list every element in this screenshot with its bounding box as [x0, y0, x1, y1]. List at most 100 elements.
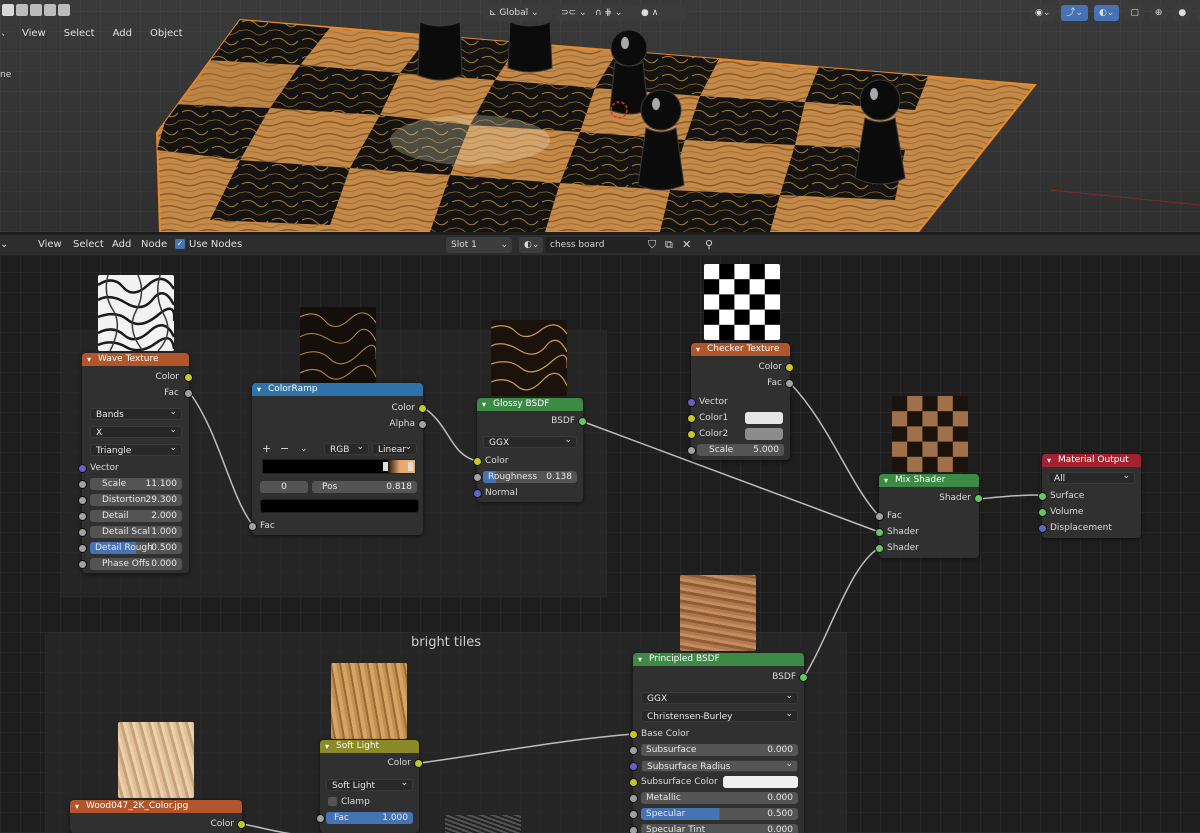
- input-color2-socket[interactable]: [687, 430, 696, 439]
- input-fac-socket[interactable]: [875, 512, 884, 521]
- input-color1-socket[interactable]: [687, 414, 696, 423]
- snap-dropdown[interactable]: ∩ ⋕ ⌄: [590, 5, 636, 21]
- subsurface-radius-dropdown[interactable]: Subsurface Radius: [641, 760, 798, 772]
- node-title[interactable]: Wave Texture: [82, 353, 189, 366]
- scale-socket[interactable]: [78, 480, 87, 489]
- color1-swatch[interactable]: [745, 412, 783, 424]
- metallic-socket[interactable]: [629, 794, 638, 803]
- wave-texture-node[interactable]: Wave Texture Color Fac Bands X Triangle …: [82, 353, 189, 573]
- material-output-node[interactable]: Material Output All Surface Volume Displ…: [1042, 454, 1141, 538]
- roughness-socket[interactable]: [473, 473, 482, 482]
- clamp-checkbox[interactable]: [328, 797, 337, 806]
- node-title[interactable]: Wood047_2K_Color.jpg: [70, 800, 242, 813]
- subsurface-color-socket[interactable]: [629, 778, 638, 787]
- stop-index-field[interactable]: 0: [260, 481, 308, 493]
- mix-shader-node[interactable]: Mix Shader Shader Fac Shader Shader: [879, 474, 979, 558]
- visibility-icon[interactable]: ◉⌄: [1030, 5, 1055, 21]
- specular-field[interactable]: Specular0.500: [641, 808, 798, 820]
- colorramp-node[interactable]: ColorRamp Color Alpha + − ⌄ RGB Linear 0…: [252, 383, 423, 535]
- input-fac-socket[interactable]: [248, 522, 257, 531]
- scale-field[interactable]: Scale11.100: [90, 478, 182, 490]
- input-surface-socket[interactable]: [1038, 492, 1047, 501]
- subsurface-color-swatch[interactable]: [723, 776, 798, 788]
- node-title[interactable]: Soft Light: [320, 740, 419, 753]
- transform-orientation-dropdown[interactable]: ⊾ Global ⌄: [484, 5, 552, 21]
- input-shader-socket[interactable]: [875, 544, 884, 553]
- output-bsdf-socket[interactable]: [578, 417, 587, 426]
- output-color-socket[interactable]: [418, 404, 427, 413]
- menu-view[interactable]: View: [22, 28, 46, 39]
- output-fac-socket[interactable]: [184, 389, 193, 398]
- interpolation-dropdown[interactable]: Linear: [372, 443, 417, 455]
- output-alpha-socket[interactable]: [418, 420, 427, 429]
- node-title[interactable]: Checker Texture: [691, 343, 790, 356]
- menu-add[interactable]: Add: [113, 28, 132, 39]
- add-stop-icon[interactable]: +: [262, 443, 271, 455]
- output-color-socket[interactable]: [237, 820, 246, 829]
- wave-type-dropdown[interactable]: Bands: [90, 408, 182, 420]
- scale-socket[interactable]: [687, 446, 696, 455]
- subsurface-radius-socket[interactable]: [629, 762, 638, 771]
- detail-field[interactable]: Detail2.000: [90, 510, 182, 522]
- checker-texture-node[interactable]: Checker Texture Color Fac Vector Color1 …: [691, 343, 790, 460]
- stop-color-swatch[interactable]: [260, 499, 419, 513]
- color2-swatch[interactable]: [745, 428, 783, 440]
- phase-offset-socket[interactable]: [78, 560, 87, 569]
- chevron-down-icon[interactable]: ⌄: [300, 443, 308, 455]
- input-vector-socket[interactable]: [78, 464, 87, 473]
- detail-roughness-field[interactable]: Detail Rough0.500: [90, 542, 182, 554]
- select-mode-icon[interactable]: [2, 4, 14, 16]
- roughness-field[interactable]: Roughness0.138: [483, 471, 577, 483]
- distribution-dropdown[interactable]: GGX: [483, 436, 577, 448]
- node-title[interactable]: Principled BSDF: [633, 653, 804, 666]
- output-color-socket[interactable]: [184, 373, 193, 382]
- output-color-socket[interactable]: [414, 759, 423, 768]
- phase-offset-field[interactable]: Phase Offs0.000: [90, 558, 182, 570]
- node-title[interactable]: ColorRamp: [252, 383, 423, 396]
- output-shader-socket[interactable]: [974, 494, 983, 503]
- remove-stop-icon[interactable]: −: [280, 443, 289, 455]
- detail-scale-field[interactable]: Detail Scal1.000: [90, 526, 182, 538]
- ramp-stop-handle[interactable]: [383, 462, 388, 471]
- xray-icon[interactable]: ▢: [1125, 5, 1144, 21]
- principled-bsdf-node[interactable]: Principled BSDF BSDF GGX Christensen-Bur…: [633, 653, 804, 833]
- input-displacement-socket[interactable]: [1038, 524, 1047, 533]
- specular-socket[interactable]: [629, 810, 638, 819]
- select-mode-icon[interactable]: [16, 4, 28, 16]
- wireframe-shading-icon[interactable]: ⊕: [1150, 5, 1168, 21]
- specular-tint-socket[interactable]: [629, 826, 638, 833]
- input-vector-socket[interactable]: [687, 398, 696, 407]
- select-mode-icon[interactable]: [58, 4, 70, 16]
- 3d-viewport[interactable]: ⊾ Global ⌄ ⊃⊂ ⌄ ∩ ⋕ ⌄ ● ∧ ◉⌄ ⤴⌄ ◐⌄ ▢ ⊕ ●…: [0, 0, 1200, 232]
- input-color-socket[interactable]: [473, 457, 482, 466]
- distribution-dropdown[interactable]: GGX: [641, 692, 798, 704]
- gizmo-icon[interactable]: ⤴⌄: [1061, 5, 1088, 21]
- distortion-socket[interactable]: [78, 496, 87, 505]
- output-bsdf-socket[interactable]: [799, 673, 808, 682]
- detail-scale-socket[interactable]: [78, 528, 87, 537]
- output-color-socket[interactable]: [785, 363, 794, 372]
- glossy-bsdf-node[interactable]: Glossy BSDF BSDF GGX Color Roughness0.13…: [477, 398, 583, 502]
- color-ramp-bar[interactable]: [262, 459, 416, 474]
- stop-position-field[interactable]: Pos0.818: [312, 481, 417, 493]
- node-title[interactable]: Glossy BSDF: [477, 398, 583, 411]
- wave-profile-dropdown[interactable]: Triangle: [90, 444, 182, 456]
- menu-select[interactable]: Select: [64, 28, 95, 39]
- input-base-color-socket[interactable]: [629, 730, 638, 739]
- select-mode-buttons[interactable]: [2, 4, 70, 16]
- fac-field[interactable]: Fac1.000: [326, 812, 413, 824]
- scale-field[interactable]: Scale5.000: [697, 444, 784, 456]
- ramp-stop-handle[interactable]: [408, 462, 413, 471]
- output-fac-socket[interactable]: [785, 379, 794, 388]
- metallic-field[interactable]: Metallic0.000: [641, 792, 798, 804]
- subsurface-socket[interactable]: [629, 746, 638, 755]
- image-texture-node[interactable]: Wood047_2K_Color.jpg Color: [70, 800, 242, 833]
- wave-direction-dropdown[interactable]: X: [90, 426, 182, 438]
- distortion-field[interactable]: Distortion29.300: [90, 494, 182, 506]
- input-normal-socket[interactable]: [473, 489, 482, 498]
- render-target-dropdown[interactable]: All: [1048, 472, 1135, 484]
- specular-tint-field[interactable]: Specular Tint0.000: [641, 824, 798, 833]
- soft-light-node[interactable]: Soft Light Color Soft Light Clamp Fac1.0…: [320, 740, 419, 833]
- select-mode-icon[interactable]: [44, 4, 56, 16]
- node-title[interactable]: Material Output: [1042, 454, 1141, 467]
